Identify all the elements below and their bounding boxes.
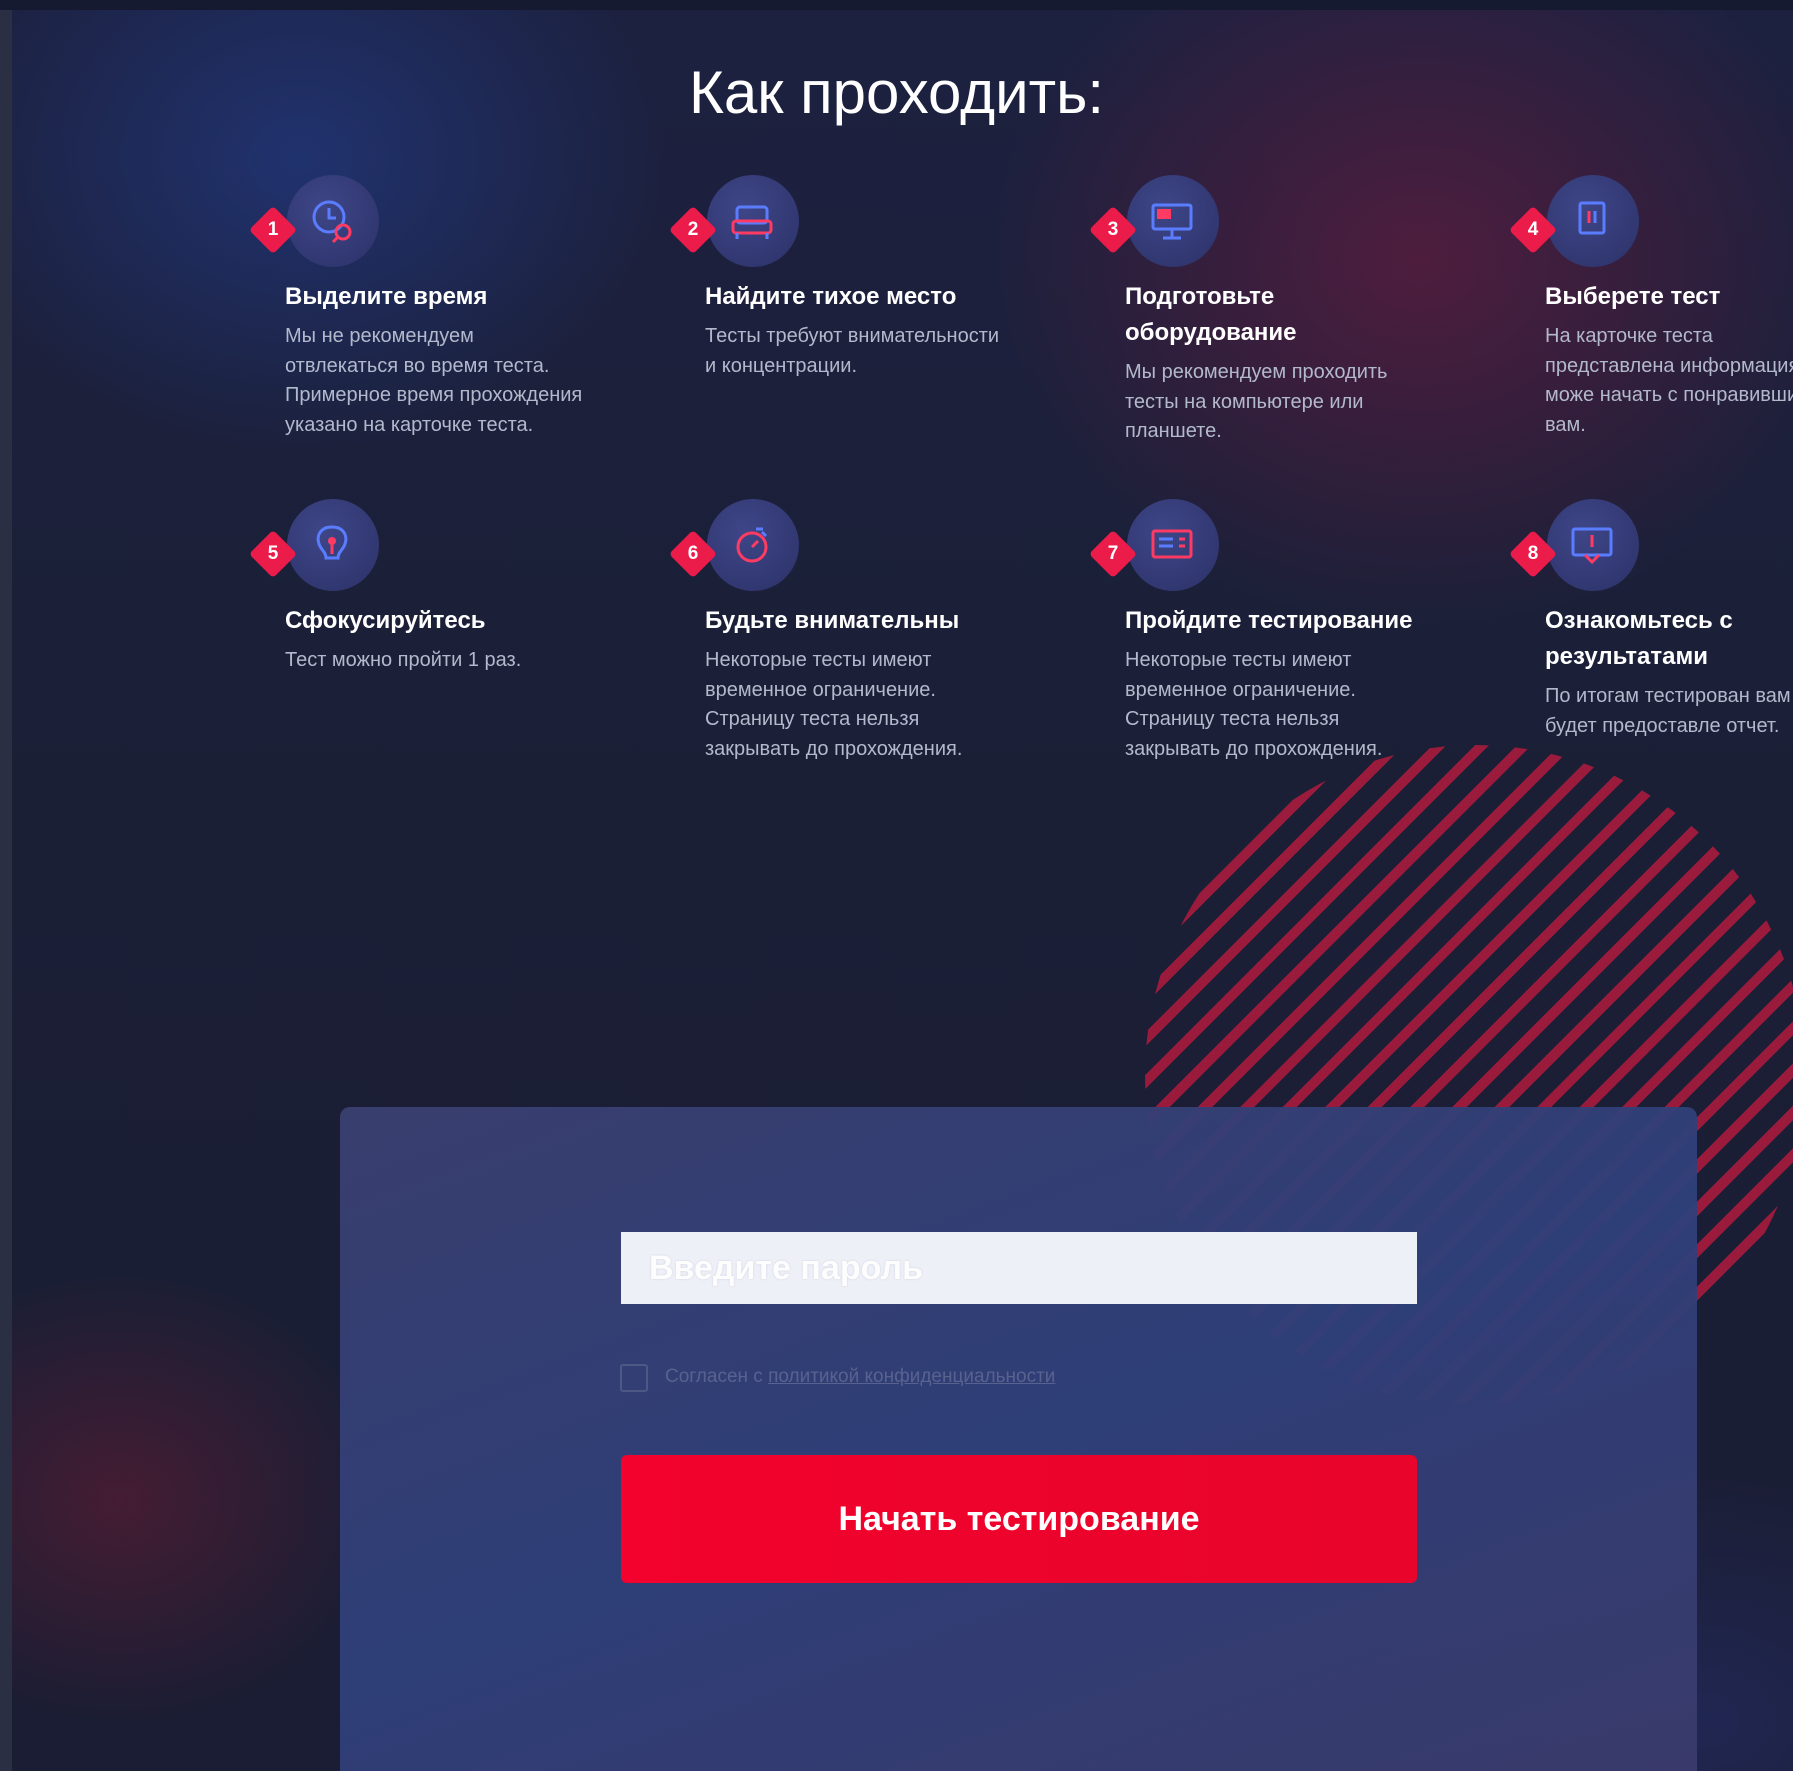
page-title: Как проходить:: [688, 59, 1105, 126]
step-text: По итогам тестирован вам будет предостав…: [1545, 685, 1791, 737]
step-title: Выберете тест: [1545, 283, 1721, 310]
browser-top-strip: [0, 0, 1793, 10]
privacy-policy-link[interactable]: политикой конфиденциальности: [768, 1366, 1055, 1387]
lightbulb-icon: [287, 499, 379, 591]
results-screen-icon: [1547, 499, 1639, 591]
step-number: 4: [1527, 219, 1539, 240]
clock-search-icon: [287, 175, 379, 267]
step-title: Выделите время: [285, 283, 488, 310]
step-title: Пройдите тестирование: [1125, 607, 1413, 634]
browser-left-strip: [0, 10, 12, 1771]
step-number: 6: [687, 543, 699, 564]
step-text: Мы рекомендуем проходить тесты на компью…: [1125, 361, 1388, 442]
step-number: 1: [267, 219, 279, 240]
step-title: Будьте внимательны: [705, 607, 960, 634]
step-text: На карточке теста представлена информаци…: [1545, 325, 1793, 436]
agree-prefix: Согласен с: [665, 1366, 763, 1387]
step-number: 2: [687, 219, 699, 240]
test-list-icon: [1127, 499, 1219, 591]
step-title: Найдите тихое место: [705, 283, 957, 310]
step-text: Некоторые тесты имеют временное ограниче…: [1125, 649, 1383, 760]
step-number: 7: [1107, 543, 1119, 564]
step-text: Мы не рекомендуем отвлекаться во время т…: [285, 325, 583, 436]
form-card: [340, 1107, 1697, 1771]
armchair-icon: [707, 175, 799, 267]
privacy-agreement-label: Согласен с политикой конфиденциальности: [665, 1366, 1055, 1388]
privacy-checkbox[interactable]: [620, 1364, 648, 1392]
stopwatch-icon: [707, 499, 799, 591]
step-text: Некоторые тесты имеют временное ограниче…: [705, 649, 963, 760]
step-title: Ознакомьтесь с результатами: [1545, 607, 1733, 670]
step-number: 3: [1107, 219, 1119, 240]
password-input[interactable]: [621, 1232, 1417, 1304]
step-title: Подготовьте оборудование: [1125, 283, 1297, 346]
step-text: Тест можно пройти 1 раз.: [285, 649, 522, 671]
computer-icon: [1127, 175, 1219, 267]
document-icon: [1547, 175, 1639, 267]
step-number: 5: [267, 543, 279, 564]
step-number: 8: [1527, 543, 1539, 564]
step-title: Сфокусируйтесь: [285, 607, 486, 634]
step-text: Тесты требуют внимательности и концентра…: [705, 325, 1000, 377]
start-test-button[interactable]: Начать тестирование: [621, 1455, 1417, 1583]
